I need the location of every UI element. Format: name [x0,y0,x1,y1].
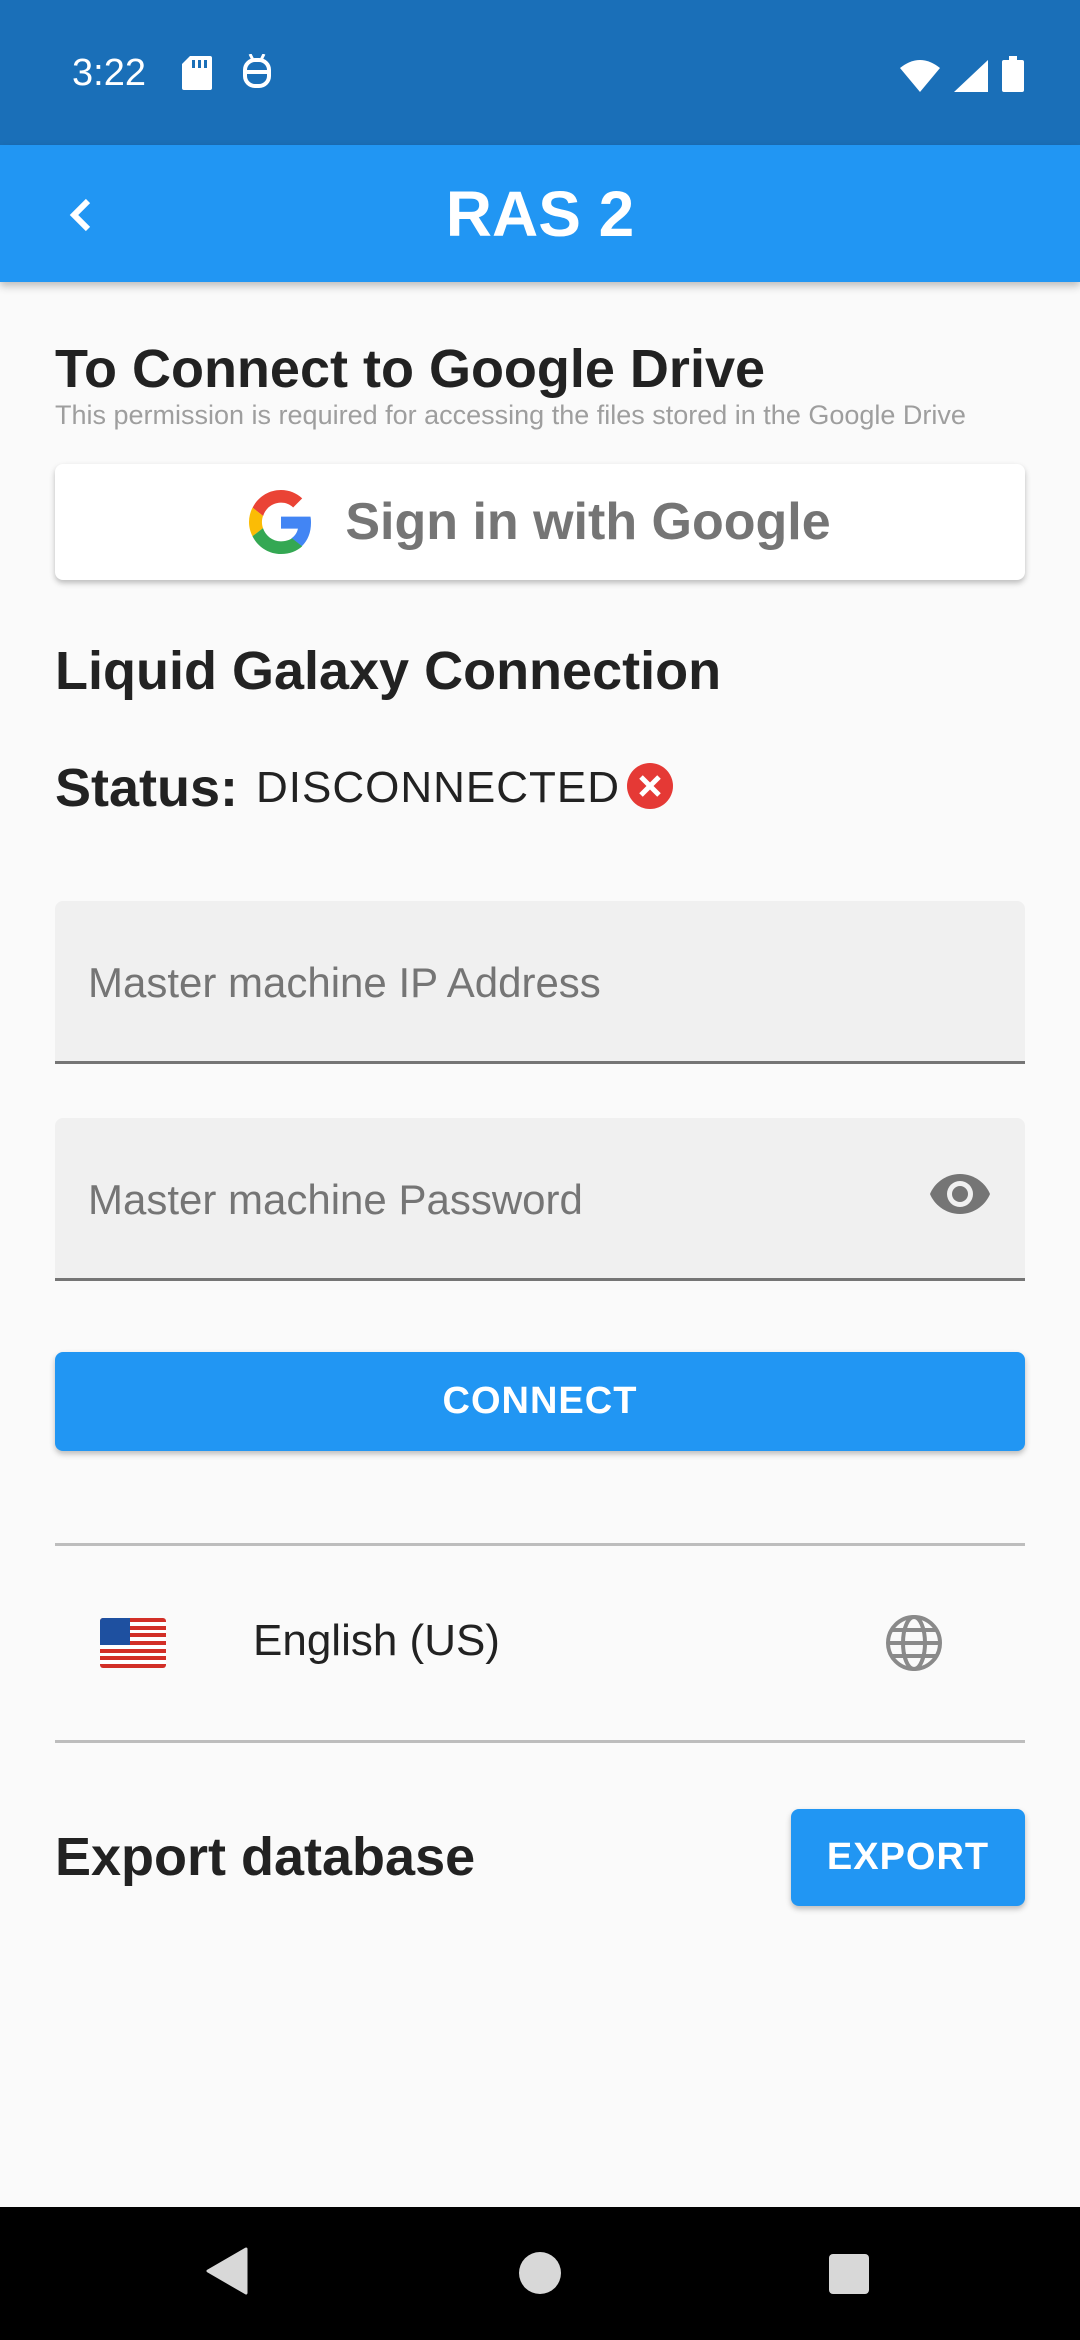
app-bar: RAS 2 [0,145,1080,282]
sign-in-google-label: Sign in with Google [345,493,831,551]
error-circle-icon [626,762,674,815]
signal-icon [954,60,988,92]
password-input[interactable] [88,1170,918,1230]
robot-icon [242,53,272,95]
nav-back-icon[interactable] [204,2247,248,2300]
google-drive-subtitle: This permission is required for accessin… [55,400,966,430]
navigation-bar [0,2207,1080,2340]
nav-home-icon[interactable] [518,2251,562,2300]
battery-icon [1002,56,1024,92]
language-label: English (US) [253,1616,500,1665]
google-drive-title: To Connect to Google Drive [55,339,766,399]
status-label: Status: [55,758,239,818]
ip-address-field[interactable] [55,901,1025,1064]
status-icons [900,56,1024,92]
screen: 3:22 RAS 2 To Connect to Google Drive Th… [0,0,1080,2340]
liquid-galaxy-title: Liquid Galaxy Connection [55,641,722,701]
eye-icon[interactable] [929,1172,991,1221]
us-flag-icon [100,1618,166,1668]
password-field[interactable] [55,1118,1025,1281]
nav-recent-icon[interactable] [828,2253,870,2300]
status-value: DISCONNECTED [256,763,621,812]
export-database-title: Export database [55,1827,476,1887]
divider [55,1740,1025,1743]
status-time: 3:22 [72,52,146,94]
export-button[interactable]: EXPORT [791,1809,1025,1906]
status-bar: 3:22 [0,0,1080,145]
connection-status: Status: DISCONNECTED [55,757,674,819]
sd-card-icon [182,56,212,95]
sign-in-google-button[interactable]: Sign in with Google [55,464,1025,580]
google-logo-icon [249,490,312,554]
ip-address-input[interactable] [88,953,918,1013]
wifi-icon [900,60,940,92]
connect-button[interactable]: CONNECT [55,1352,1025,1451]
language-selector[interactable]: English (US) [55,1546,1025,1740]
app-title: RAS 2 [445,178,635,250]
globe-icon[interactable] [885,1614,943,1677]
